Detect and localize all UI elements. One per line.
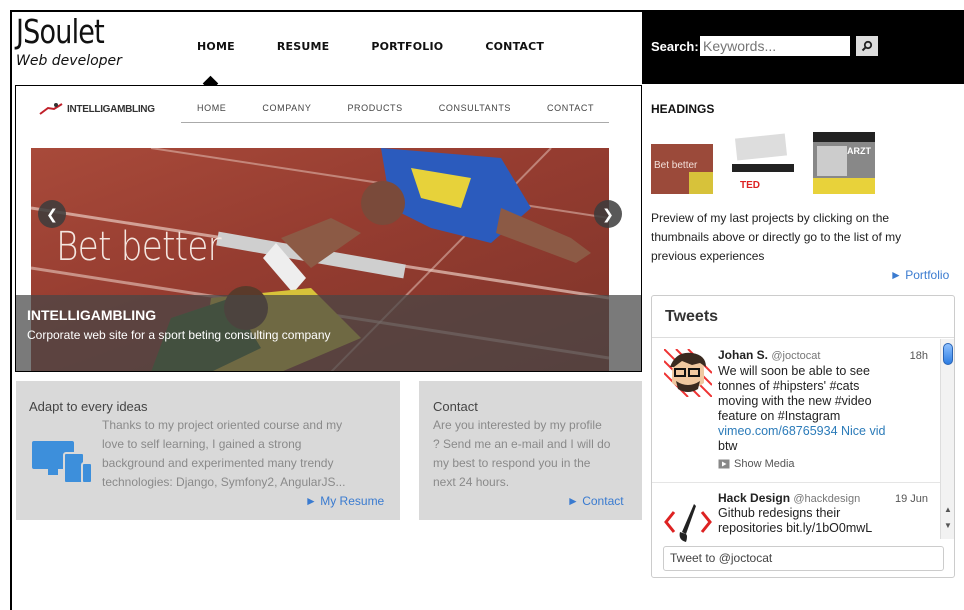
contact-text-line: my best to respond you in the xyxy=(433,456,591,470)
tweet-handle: @hackdesign xyxy=(793,493,861,505)
tweet-compose-input[interactable]: Tweet to @joctocat xyxy=(663,546,944,571)
avatar[interactable] xyxy=(664,349,712,397)
show-media-button[interactable]: Show Media xyxy=(718,458,795,470)
preview-nav-item: PRODUCTS xyxy=(347,103,403,113)
contact-text-line: Are you interested by my profile xyxy=(433,418,602,432)
tweet-text: Github redesigns their repositories bit.… xyxy=(718,506,924,536)
triangle-right-icon: ► xyxy=(305,494,321,508)
preview-site-header: INTELLIGAMBLING HOME COMPANY PRODUCTS CO… xyxy=(16,86,641,148)
tweet-line: repositories bit.ly/1bO0mwL xyxy=(718,521,873,535)
preview-logo-text: INTELLIGAMBLING xyxy=(67,103,155,115)
caption-text: Corporate web site for a sport beting co… xyxy=(27,328,331,342)
tweet-handle: @joctocat xyxy=(771,350,821,362)
my-resume-link[interactable]: ► My Resume xyxy=(305,494,384,508)
slider-next-button[interactable]: ❯ xyxy=(594,200,622,228)
project-slider[interactable]: INTELLIGAMBLING HOME COMPANY PRODUCTS CO… xyxy=(15,85,642,372)
tweet-line: btw xyxy=(718,439,738,453)
preview-description: Preview of my last projects by clicking … xyxy=(651,211,902,263)
contact-text: Are you interested by my profile ? Send … xyxy=(433,416,638,492)
contact-text-line: ? Send me an e-mail and I will do xyxy=(433,437,611,451)
scroll-down-icon[interactable]: ▼ xyxy=(944,521,952,530)
show-media-label: Show Media xyxy=(734,458,795,470)
slider-prev-button[interactable]: ❮ xyxy=(38,200,66,228)
contact-title: Contact xyxy=(433,399,478,414)
tweet-link[interactable]: vimeo.com/68765934 Nice vid xyxy=(718,424,924,439)
adapt-text-line: technologies: Django, Symfony2, AngularJ… xyxy=(102,475,346,489)
main-nav: HOME RESUME PORTFOLIO CONTACT xyxy=(197,40,586,53)
preview-logo: INTELLIGAMBLING xyxy=(38,102,155,116)
tweet-author[interactable]: Johan S. @joctocat xyxy=(718,348,820,362)
my-resume-link-label: My Resume xyxy=(320,494,385,508)
tweets-scrollbar[interactable]: ▲ ▼ xyxy=(940,339,954,539)
chevron-left-icon: ❮ xyxy=(46,205,58,222)
devices-icon xyxy=(32,441,92,484)
adapt-text: Thanks to my project oriented course and… xyxy=(102,416,392,492)
contact-box: Contact Are you interested by my profile… xyxy=(419,381,642,520)
preview-nav-item: COMPANY xyxy=(262,103,312,113)
preview-nav: HOME COMPANY PRODUCTS CONSULTANTS CONTAC… xyxy=(181,103,609,123)
contact-link-label: Contact xyxy=(582,494,624,508)
search-input[interactable] xyxy=(700,36,850,56)
tweet-text: We will soon be able to see tonnes of #h… xyxy=(718,364,924,454)
magnifier-icon xyxy=(861,40,873,52)
tweet-timestamp[interactable]: 18h xyxy=(910,350,928,362)
contact-link[interactable]: ► Contact xyxy=(567,494,624,508)
site-logo[interactable]: JSoulet Web developer xyxy=(16,12,123,70)
media-icon xyxy=(718,459,730,469)
search-button[interactable] xyxy=(856,36,878,56)
portfolio-link[interactable]: ► Portfolio xyxy=(890,268,949,282)
search-label: Search: xyxy=(651,39,699,54)
nav-portfolio[interactable]: PORTFOLIO xyxy=(371,40,443,53)
nav-contact[interactable]: CONTACT xyxy=(485,40,544,53)
nav-resume[interactable]: RESUME xyxy=(277,40,330,53)
nav-home[interactable]: HOME xyxy=(197,40,235,53)
contact-text-line: next 24 hours. xyxy=(433,475,510,489)
site-subtitle: Web developer xyxy=(16,53,122,69)
thumbnail-text: Bet better xyxy=(654,160,698,171)
tweet-line: We will soon be able to see xyxy=(718,364,870,378)
adapt-title: Adapt to every ideas xyxy=(29,399,148,414)
chevron-right-icon: ❯ xyxy=(602,205,614,222)
tweet-author-name: Johan S. xyxy=(718,348,769,362)
caption-title: INTELLIGAMBLING xyxy=(27,307,157,323)
runner-logo-icon xyxy=(39,103,63,115)
tweets-header: Tweets xyxy=(652,296,954,338)
adapt-text-line: Thanks to my project oriented course and… xyxy=(102,418,343,432)
adapt-text-line: background and experimented many trendy xyxy=(102,456,334,470)
preview-nav-item: CONTACT xyxy=(547,103,595,113)
project-thumbnail[interactable]: Bet better xyxy=(651,132,713,194)
twitter-widget: Tweets Johan S. @joctocat 18h We will so… xyxy=(651,295,955,578)
adapt-text-line: love to self learning, I gained a strong xyxy=(102,437,302,451)
hack-design-avatar[interactable] xyxy=(664,498,712,542)
scrollbar-thumb[interactable] xyxy=(943,343,953,365)
tweet-line-text: tonnes of #hipsters' #cats xyxy=(718,379,860,393)
adapt-box: Adapt to every ideas Thanks to my projec… xyxy=(16,381,400,520)
headings-title: HEADINGS xyxy=(651,102,715,116)
tweet-item[interactable]: Johan S. @joctocat 18h We will soon be a… xyxy=(652,339,940,483)
search-bar: Search: xyxy=(642,12,964,84)
tweet-item[interactable]: Hack Design @hackdesign 19 Jun Github re… xyxy=(652,484,940,542)
slide-banner-text: Bet better xyxy=(56,224,222,270)
portfolio-link-label: Portfolio xyxy=(905,268,950,282)
preview-nav-item: HOME xyxy=(197,103,227,113)
tweet-line: Github redesigns their xyxy=(718,506,841,520)
scroll-up-icon[interactable]: ▲ xyxy=(944,505,952,514)
triangle-right-icon: ► xyxy=(890,268,906,282)
tweet-timestamp[interactable]: 19 Jun xyxy=(895,493,928,505)
slide-caption: INTELLIGAMBLING Corporate web site for a… xyxy=(16,295,641,371)
tweet-line: tonnes of #hipsters' #cats xyxy=(718,379,924,394)
thumbnail-text: ARZT xyxy=(847,146,871,156)
tweet-line: feature on #Instagram xyxy=(718,409,841,423)
tweet-author[interactable]: Hack Design @hackdesign xyxy=(718,491,860,505)
tweets-title: Tweets xyxy=(665,308,719,325)
tweet-author-name: Hack Design xyxy=(718,491,791,505)
preview-nav-item: CONSULTANTS xyxy=(438,103,512,113)
project-thumbnail[interactable]: ARZT xyxy=(813,132,875,194)
triangle-right-icon: ► xyxy=(567,494,583,508)
project-thumbnail[interactable]: TED xyxy=(732,132,794,194)
site-title: JSoulet xyxy=(16,12,105,51)
tweet-line: moving with the new #video xyxy=(718,394,872,408)
thumbnail-text: TED xyxy=(740,180,760,191)
